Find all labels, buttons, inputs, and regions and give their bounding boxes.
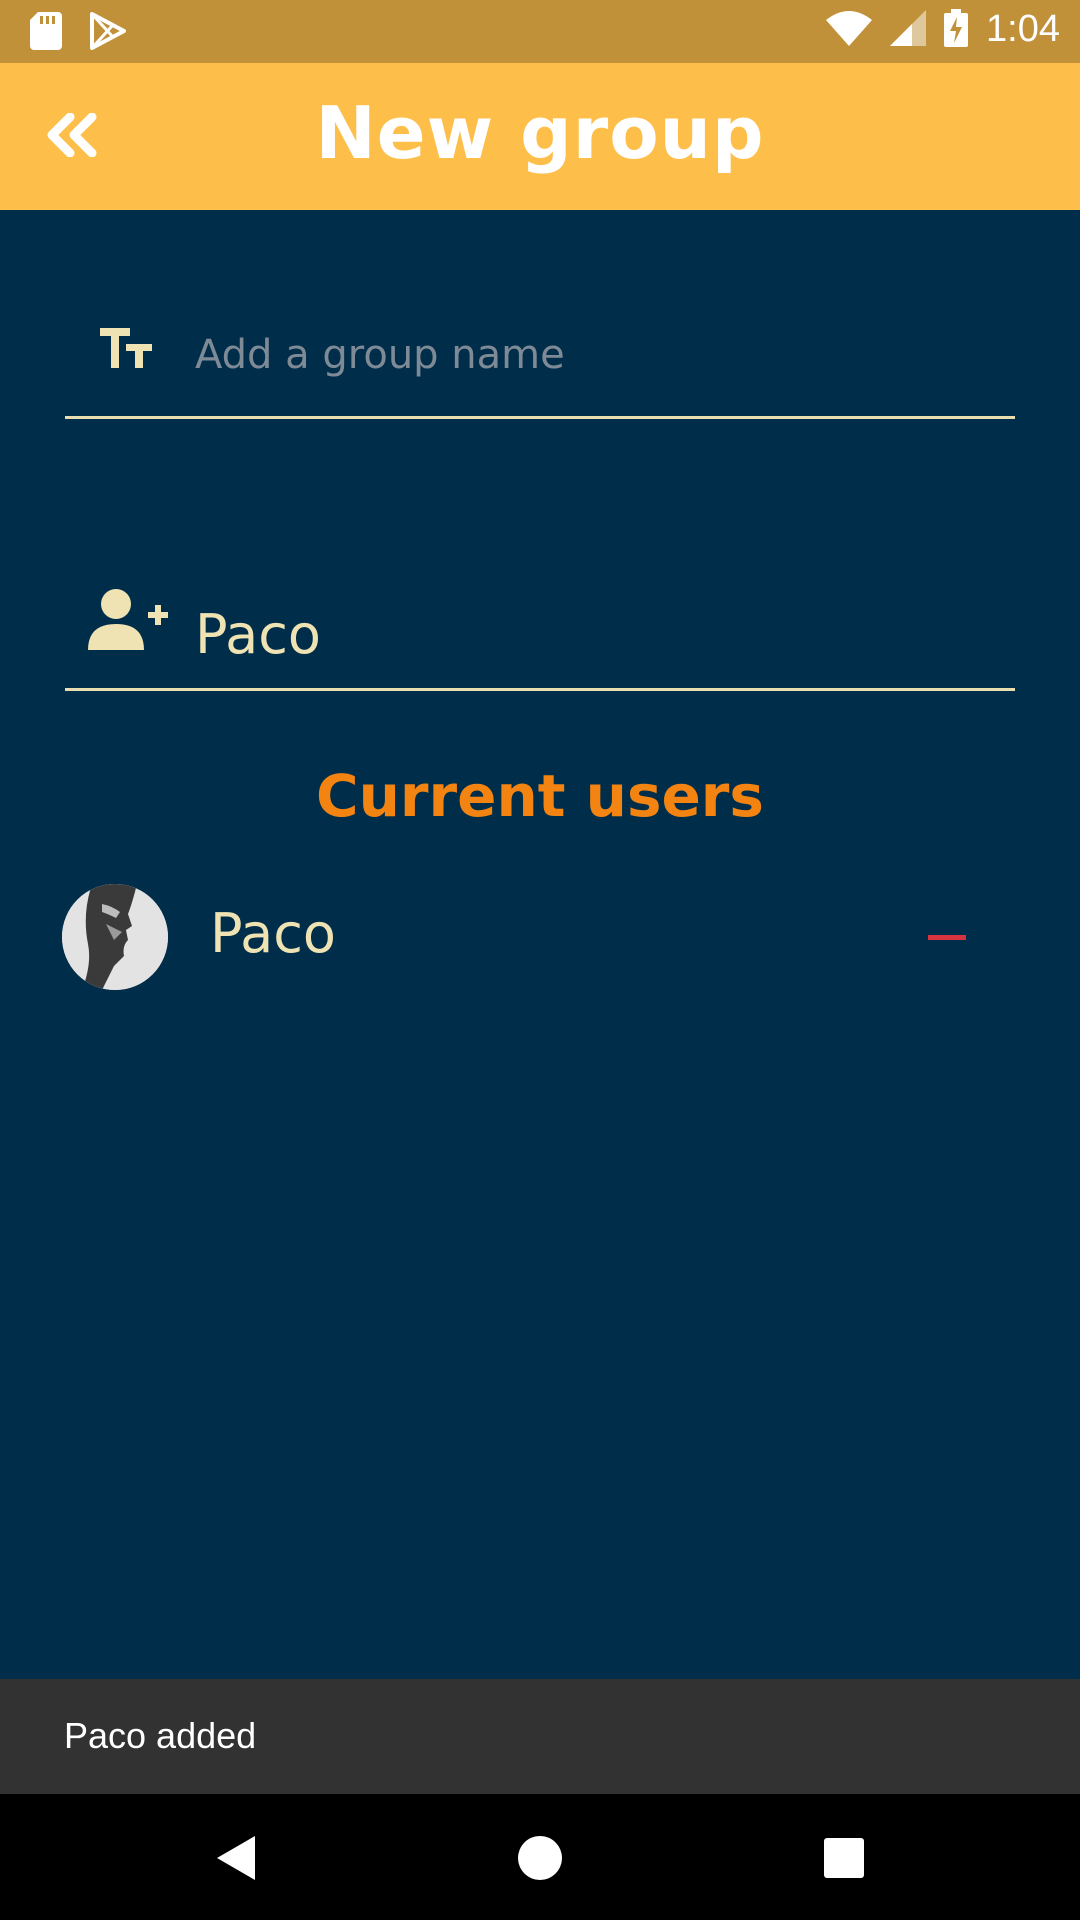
status-bar: 1:04 (0, 0, 1080, 63)
app-bar: New group (0, 63, 1080, 210)
nav-home-button[interactable] (512, 1830, 568, 1886)
play-store-icon (90, 12, 126, 54)
sd-card-icon (30, 12, 62, 54)
nav-bar (0, 1794, 1080, 1920)
user-name: Paco (210, 902, 336, 965)
nav-recents-button[interactable] (816, 1830, 872, 1886)
avatar (62, 884, 168, 990)
remove-user-button[interactable] (922, 914, 972, 960)
group-name-field (65, 300, 1015, 419)
user-plus-icon (88, 588, 168, 658)
minus-icon (928, 934, 966, 940)
home-circle-icon (512, 1836, 568, 1890)
add-user-input[interactable] (193, 596, 1005, 672)
battery-charging-icon (944, 8, 969, 51)
wifi-icon (826, 10, 873, 50)
text-size-icon (100, 326, 152, 374)
current-users-title: Current users (316, 762, 764, 830)
page-title: New group (315, 91, 765, 175)
nav-back-button[interactable] (209, 1830, 265, 1886)
snackbar: Paco added (0, 1679, 1080, 1794)
signal-icon (890, 9, 927, 50)
list-item: Paco (62, 884, 1022, 990)
back-triangle-icon (209, 1836, 265, 1890)
group-name-input[interactable] (193, 324, 1005, 386)
snackbar-message: Paco added (64, 1715, 257, 1756)
add-user-field (65, 570, 1015, 691)
status-time: 1:04 (986, 8, 1060, 50)
recents-square-icon (816, 1838, 872, 1890)
